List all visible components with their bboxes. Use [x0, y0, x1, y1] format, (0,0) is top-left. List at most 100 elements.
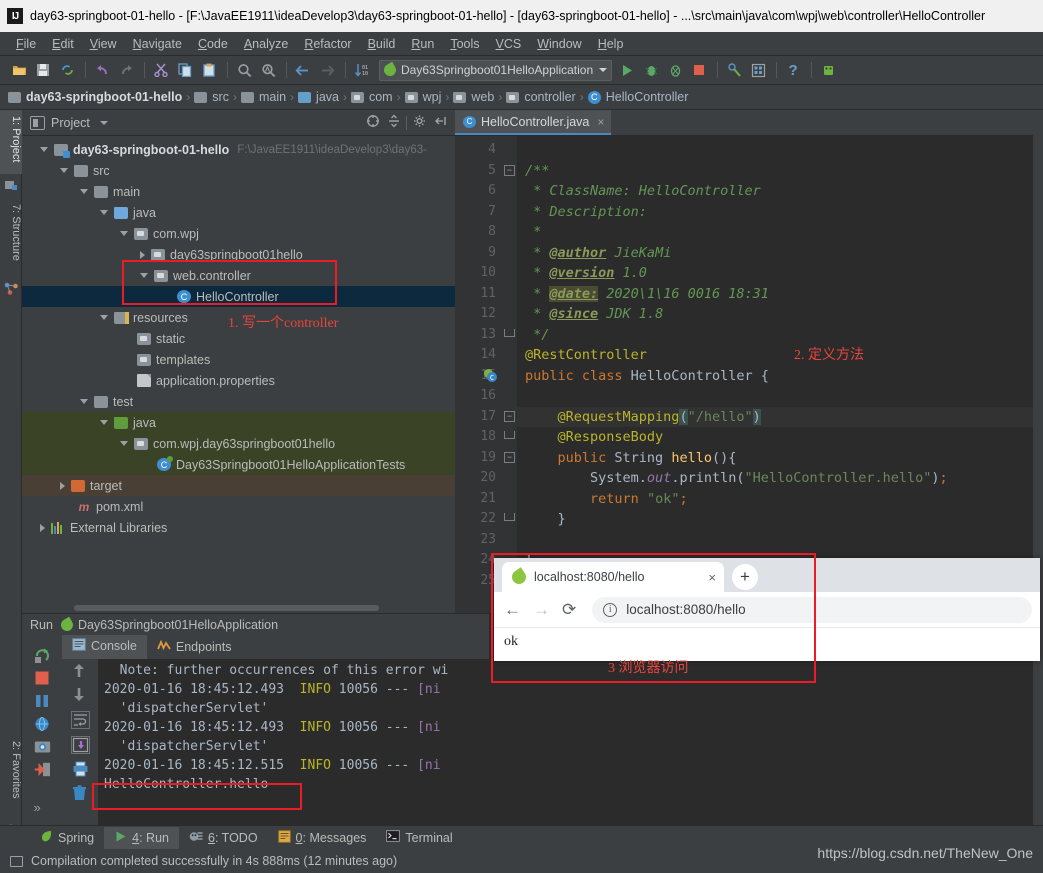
menu-item-run[interactable]: Run	[403, 35, 442, 53]
code-line[interactable]: * @since JDK 1.8	[517, 304, 1043, 325]
tree-node-hellocontroller[interactable]: C HelloController	[22, 286, 455, 307]
tree-node-com-wpj-day63springboot01hello[interactable]: com.wpj.day63springboot01hello	[22, 433, 455, 454]
breadcrumb-item-src[interactable]: src	[194, 90, 229, 104]
code-line[interactable]: @RequestMapping("/hello")	[517, 406, 1043, 427]
menu-item-code[interactable]: Code	[190, 35, 236, 53]
find-icon[interactable]	[233, 60, 255, 81]
menu-item-window[interactable]: Window	[529, 35, 589, 53]
code-line[interactable]: */	[517, 325, 1043, 346]
code-area[interactable]: 456789101112131415C16171819202122232425 …	[455, 136, 1043, 613]
chevron-right-icon[interactable]	[140, 250, 145, 259]
chevron-down-icon[interactable]	[120, 441, 128, 446]
collapse-all-icon[interactable]	[385, 114, 402, 131]
chevron-down-icon[interactable]	[120, 231, 128, 236]
editor-gutter[interactable]: 456789101112131415C16171819202122232425	[455, 136, 503, 613]
browser-window[interactable]: localhost:8080/hello × + ← → ⟳ i localho…	[494, 558, 1040, 661]
bottom-tab-terminal[interactable]: Terminal	[376, 827, 462, 848]
chevron-down-icon[interactable]	[80, 399, 88, 404]
close-icon[interactable]: ×	[708, 570, 716, 585]
tree-node-main[interactable]: main	[22, 181, 455, 202]
chevron-down-icon[interactable]	[599, 68, 608, 72]
menu-item-file[interactable]: File	[8, 35, 44, 53]
paste-icon[interactable]	[198, 60, 220, 81]
chevron-down-icon[interactable]	[100, 210, 108, 215]
code-line[interactable]: @ResponseBody	[517, 427, 1043, 448]
rerun-icon[interactable]	[34, 647, 51, 664]
menu-item-help[interactable]: Help	[590, 35, 632, 53]
fold-end-icon[interactable]	[504, 431, 515, 439]
fold-collapse-icon[interactable]: −	[504, 451, 515, 463]
chevron-down-icon[interactable]	[140, 273, 148, 278]
tree-node-application-properties[interactable]: application.properties	[22, 370, 455, 391]
chevron-down-icon[interactable]	[100, 315, 108, 320]
breadcrumb-item-java[interactable]: java	[298, 90, 339, 104]
scroll-up-icon[interactable]	[72, 663, 89, 680]
breadcrumb-item-main[interactable]: main	[240, 90, 286, 104]
sidebar-item-structure[interactable]: 7: Structure	[0, 198, 22, 278]
tree-node-day63-springboot-01-hello[interactable]: day63-springboot-01-hello F:\JavaEE1911\i…	[22, 139, 455, 160]
code-line[interactable]: @RestController	[517, 345, 1043, 366]
scroll-to-end-icon[interactable]	[70, 736, 90, 754]
forward-icon[interactable]	[316, 60, 338, 81]
breadcrumb-item-controller[interactable]: controller	[506, 90, 576, 104]
copy-icon[interactable]	[174, 60, 196, 81]
tree-node-templates[interactable]: templates	[22, 349, 455, 370]
breadcrumb-item-com[interactable]: com	[350, 90, 393, 104]
tree-node-src[interactable]: src	[22, 160, 455, 181]
menu-item-view[interactable]: View	[82, 35, 125, 53]
editor-tab-strip[interactable]: C HelloController.java ×	[455, 110, 1043, 136]
forward-icon[interactable]: →	[533, 600, 550, 620]
fold-end-icon[interactable]	[504, 513, 515, 521]
menu-bar[interactable]: File Edit View Navigate Code Analyze Refactor B…	[0, 32, 1043, 56]
more-icon[interactable]: »	[34, 800, 51, 817]
site-info-icon[interactable]: i	[603, 602, 618, 617]
breadcrumb-item-hellocontroller[interactable]: C HelloController	[587, 90, 688, 104]
code-line[interactable]: * @version 1.0	[517, 263, 1043, 284]
tree-node-day63springboot01helloapplicationtests[interactable]: C Day63Springboot01HelloApplicationTests	[22, 454, 455, 475]
main-toolbar[interactable]: 01 10 Day63Springboot01HelloApplication ?	[0, 56, 1043, 85]
menu-item-navigate[interactable]: Navigate	[125, 35, 190, 53]
tab-console[interactable]: Console	[62, 635, 147, 659]
code-line[interactable]	[517, 386, 1043, 407]
compile-icon[interactable]: 01 10	[351, 60, 373, 81]
debug-icon[interactable]	[640, 60, 662, 81]
redo-icon[interactable]	[115, 60, 137, 81]
run-icon[interactable]	[616, 60, 638, 81]
bottom-tab-spring[interactable]: Spring	[30, 827, 104, 849]
code-line[interactable]: * ClassName: HelloController	[517, 181, 1043, 202]
scroll-down-icon[interactable]	[72, 687, 89, 704]
code-line[interactable]	[517, 140, 1043, 161]
menu-item-tools[interactable]: Tools	[442, 35, 487, 53]
chevron-down-icon[interactable]	[60, 168, 68, 173]
code-line[interactable]: public String hello(){	[517, 448, 1043, 469]
breadcrumb-item-web[interactable]: web	[453, 90, 494, 104]
code-line[interactable]: * Description:	[517, 202, 1043, 223]
code-line[interactable]: System.out.println("HelloController.hell…	[517, 468, 1043, 489]
tree-node-java[interactable]: java	[22, 412, 455, 433]
close-icon[interactable]: ×	[597, 115, 604, 129]
dump-threads-icon[interactable]	[34, 716, 51, 733]
editor-code-text[interactable]: /** * ClassName: HelloController * Descr…	[517, 136, 1043, 613]
browser-tab[interactable]: localhost:8080/hello ×	[502, 562, 724, 592]
run-configuration-selector[interactable]: Day63Springboot01HelloApplication	[379, 59, 613, 81]
back-icon[interactable]	[292, 60, 314, 81]
run-side-toolbar[interactable]	[62, 659, 98, 825]
sidebar-item-favorites[interactable]: 2: Favorites	[0, 735, 22, 820]
chevron-right-icon[interactable]	[60, 481, 65, 490]
menu-item-refactor[interactable]: Refactor	[296, 35, 359, 53]
hide-panel-icon[interactable]	[432, 114, 449, 131]
code-line[interactable]: return "ok";	[517, 489, 1043, 510]
browser-tab-strip[interactable]: localhost:8080/hello × +	[494, 558, 1040, 592]
code-line[interactable]: * @date: 2020\1\16 0016 18:31	[517, 284, 1043, 305]
exit-icon[interactable]	[34, 762, 51, 779]
bottom-tab-todo[interactable]: 6: TODO	[179, 827, 268, 849]
code-line[interactable]: }	[517, 509, 1043, 530]
chevron-right-icon[interactable]	[40, 523, 45, 532]
editor-fold-column[interactable]: − − −	[503, 136, 517, 613]
code-line[interactable]: public class HelloController {	[517, 366, 1043, 387]
left-tool-window-strip[interactable]: 1: Project 7: Structure 2: Favorites	[0, 110, 22, 837]
address-bar[interactable]: i localhost:8080/hello	[592, 596, 1032, 623]
back-icon[interactable]: ←	[504, 600, 521, 620]
cut-icon[interactable]	[150, 60, 172, 81]
sidebar-item-project[interactable]: 1: Project	[0, 110, 22, 174]
